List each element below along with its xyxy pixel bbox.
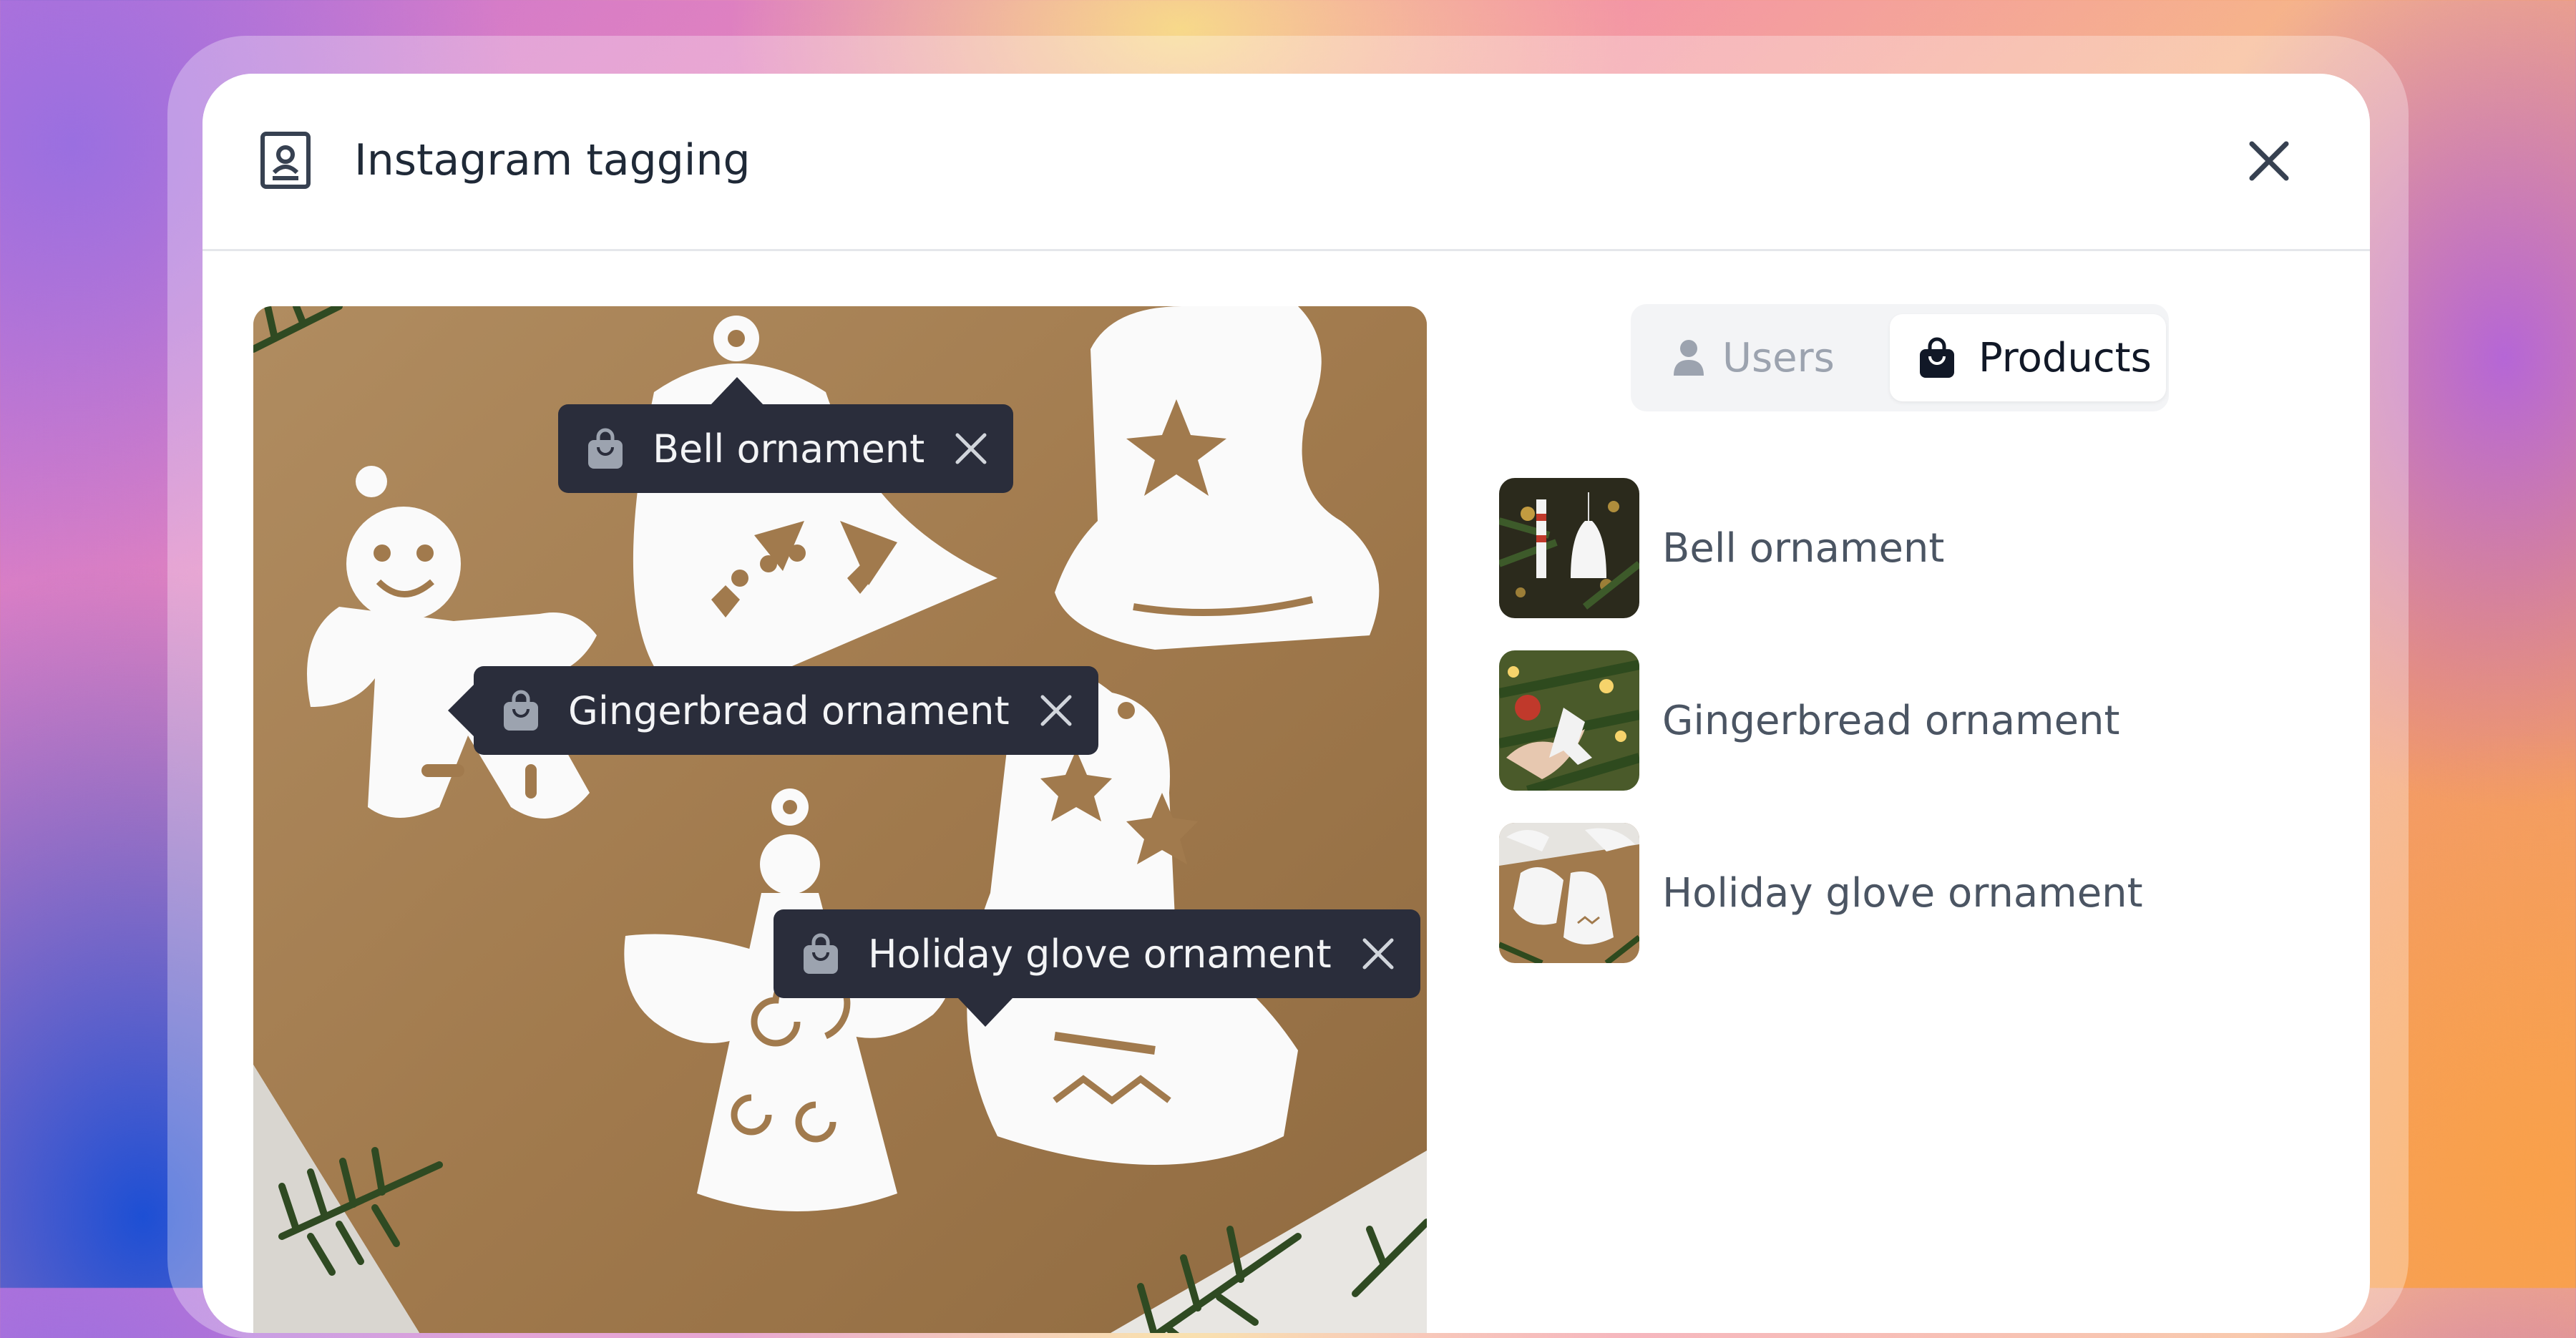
shopping-bag-icon	[588, 428, 623, 469]
tab-products[interactable]: Products	[1890, 314, 2166, 401]
dialog-title: Instagram tagging	[354, 135, 751, 185]
product-thumbnail	[1499, 823, 1639, 963]
shopping-bag-icon	[804, 933, 838, 974]
tagged-photo[interactable]: Bell ornament Gingerbread ornament Holid…	[253, 306, 1427, 1333]
instagram-tagging-dialog: Instagram tagging Bell ornament Gingerbr…	[203, 74, 2370, 1333]
close-icon[interactable]	[953, 431, 989, 467]
list-item[interactable]: Bell ornament	[1499, 478, 2286, 618]
tag-label: Bell ornament	[653, 426, 925, 472]
tab-users[interactable]: Users	[1641, 316, 1884, 400]
tab-products-label: Products	[1979, 334, 2152, 381]
users-products-toggle: Users Products	[1631, 304, 2169, 411]
list-item[interactable]: Holiday glove ornament	[1499, 823, 2286, 963]
list-item[interactable]: Gingerbread ornament	[1499, 650, 2286, 791]
product-label: Holiday glove ornament	[1662, 869, 2143, 917]
contact-card-icon	[260, 132, 311, 189]
product-label: Gingerbread ornament	[1662, 697, 2120, 744]
product-thumbnail	[1499, 650, 1639, 791]
photo-tag[interactable]: Gingerbread ornament	[448, 666, 1098, 755]
tag-label: Holiday glove ornament	[868, 931, 1332, 977]
close-icon[interactable]	[2242, 134, 2296, 188]
shopping-bag-icon	[1920, 337, 1954, 378]
photo-tag[interactable]: Holiday glove ornament	[774, 909, 1420, 1027]
close-icon[interactable]	[1360, 936, 1396, 972]
dialog-header: Instagram tagging	[203, 74, 2370, 251]
tab-users-label: Users	[1722, 334, 1835, 381]
product-list: Bell ornament Gingerbread ornament Holid…	[1499, 478, 2286, 995]
shopping-bag-icon	[504, 690, 538, 731]
product-label: Bell ornament	[1662, 524, 1945, 572]
user-icon	[1674, 340, 1704, 376]
product-thumbnail	[1499, 478, 1639, 618]
photo-tag[interactable]: Bell ornament	[558, 377, 1014, 493]
tag-label: Gingerbread ornament	[568, 688, 1010, 733]
close-icon[interactable]	[1038, 693, 1074, 728]
